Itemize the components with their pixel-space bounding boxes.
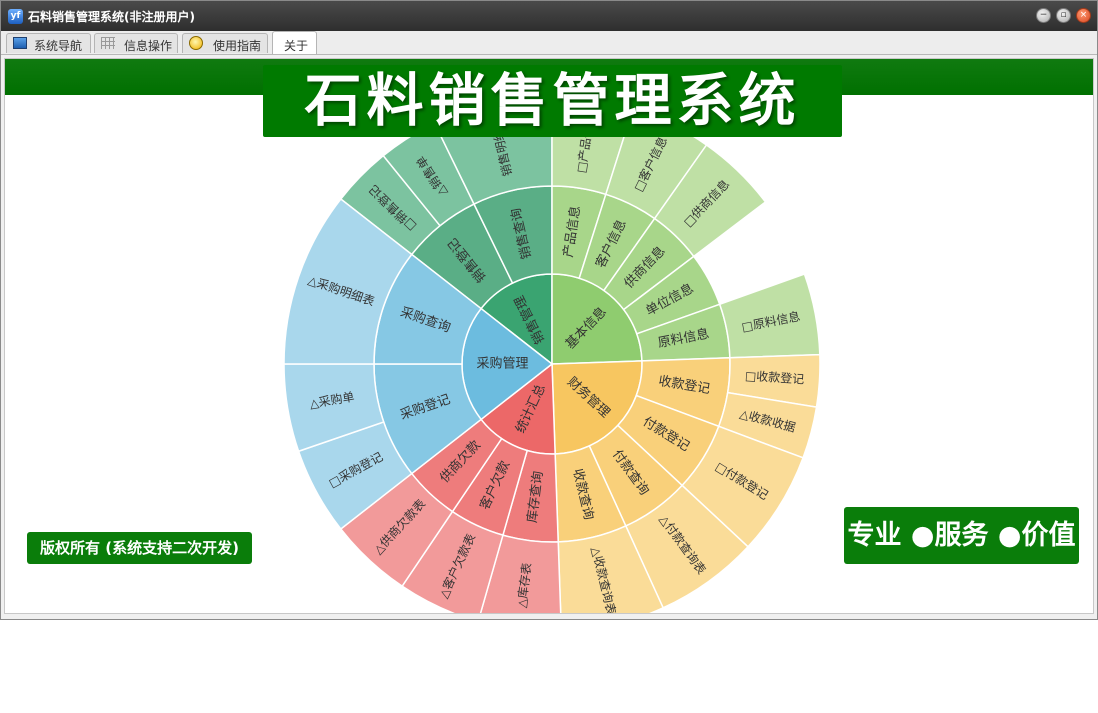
tab-label: 关于 bbox=[284, 39, 309, 53]
window-title: 石料销售管理系统(非注册用户) bbox=[28, 10, 195, 24]
maximize-button[interactable]: ▫ bbox=[1056, 8, 1071, 23]
app-logo-icon: yf bbox=[8, 9, 23, 24]
tab-info-operation[interactable]: 信息操作 bbox=[94, 33, 178, 53]
minimize-button[interactable]: − bbox=[1036, 8, 1051, 23]
system-title-banner: 石料销售管理系统 bbox=[263, 65, 842, 137]
tab-bar: 系统导航 信息操作 使用指南 关于 bbox=[1, 31, 1097, 55]
application-window: yf 石料销售管理系统(非注册用户) − ▫ × 系统导航 信息操作 使用指南 … bbox=[0, 0, 1098, 620]
grid-icon bbox=[101, 37, 115, 49]
tab-about[interactable]: 关于 bbox=[272, 31, 317, 54]
tab-label: 使用指南 bbox=[213, 39, 262, 53]
tab-label: 系统导航 bbox=[34, 39, 83, 53]
lightbulb-icon bbox=[189, 36, 203, 50]
title-bar[interactable]: yf 石料销售管理系统(非注册用户) − ▫ × bbox=[1, 1, 1097, 31]
copyright-label: 版权所有 (系统支持二次开发) bbox=[27, 532, 252, 564]
tab-user-guide[interactable]: 使用指南 bbox=[182, 33, 268, 53]
tab-label: 信息操作 bbox=[124, 39, 173, 53]
slogan-label: 专业 ●服务 ●价值 bbox=[844, 507, 1079, 564]
tab-system-navigation[interactable]: 系统导航 bbox=[6, 33, 91, 53]
monitor-icon bbox=[13, 37, 27, 49]
about-panel: 销售管理 销售登记 □销售登记 △销售单 销售查询 销售明细表 基本信息 产品信息 □产品信息客… bbox=[4, 58, 1094, 614]
sunburst-center-label: 采购管理 bbox=[476, 356, 528, 372]
system-title: 石料销售管理系统 bbox=[304, 68, 801, 134]
close-button[interactable]: × bbox=[1076, 8, 1091, 23]
